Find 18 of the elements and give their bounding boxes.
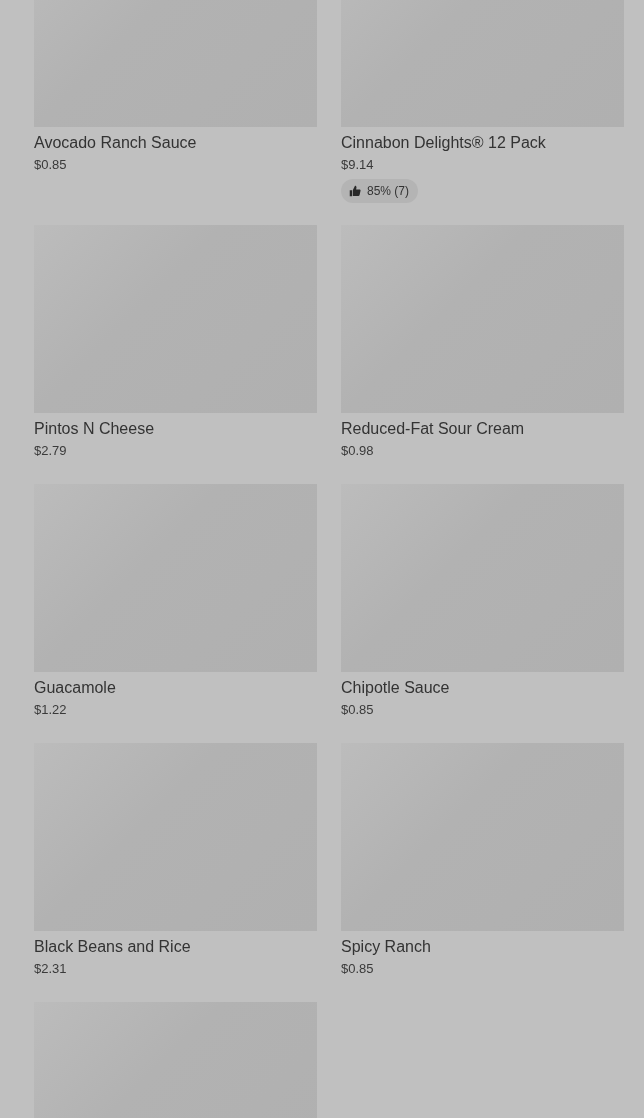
product-name[interactable]: Reduced-Fat Sour Cream (341, 418, 525, 440)
product-name[interactable]: Black Beans and Rice (34, 936, 191, 958)
product-price: $0.85 (34, 156, 67, 174)
product-name[interactable]: Pintos N Cheese (34, 418, 155, 440)
product-price: $0.85 (341, 960, 374, 978)
product-price: $9.14 (341, 156, 374, 174)
product-name[interactable]: Spicy Ranch (341, 936, 431, 958)
product-price: $0.98 (341, 442, 374, 460)
product-name[interactable]: Avocado Ranch Sauce (34, 132, 197, 154)
product-name[interactable]: Guacamole (34, 677, 116, 699)
rating-text: 85% (7) (367, 184, 410, 198)
product-price: $2.79 (34, 442, 67, 460)
thumbs-up-icon (349, 185, 361, 197)
product-price: $0.85 (341, 701, 374, 719)
product-price: $1.22 (34, 701, 67, 719)
product-name[interactable]: Chipotle Sauce (341, 677, 450, 699)
product-price: $2.31 (34, 960, 67, 978)
product-name[interactable]: Cinnabon Delights® 12 Pack (341, 132, 546, 154)
